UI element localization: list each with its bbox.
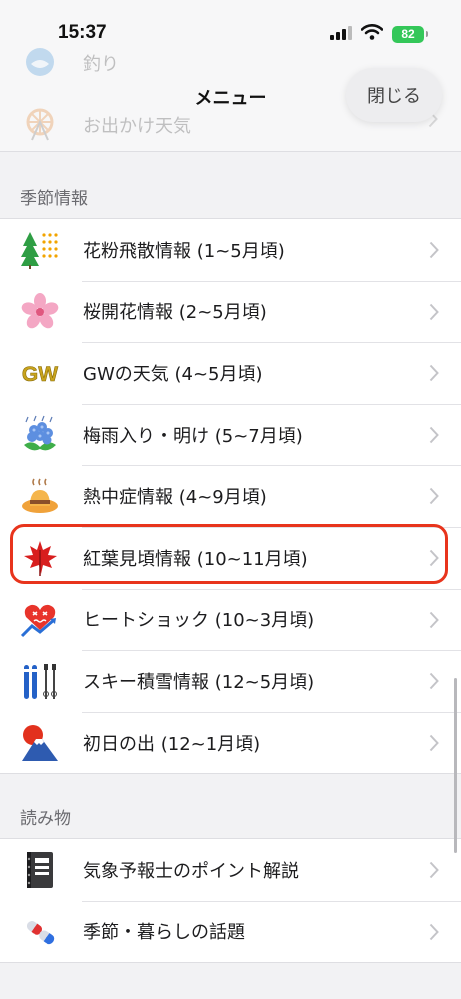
menu-item-label: 初日の出 (12~1月頃) [83, 733, 261, 755]
menu-item-label: スキー積雪情報 (12~5月頃) [83, 671, 315, 693]
chevron-right-icon [429, 241, 439, 263]
top-area: 釣り お出かけ天気 15:37 82 メニュー 閉じる [0, 0, 461, 152]
menu-item-ski[interactable]: スキー積雪情報 (12~5月頃) [0, 650, 461, 712]
status-icons: 82 [330, 24, 428, 44]
gw-icon: GW [20, 353, 60, 393]
ferris-wheel-icon [22, 106, 58, 142]
scrollbar[interactable] [454, 678, 457, 853]
chevron-right-icon [429, 303, 439, 325]
hot-hat-icon [20, 476, 60, 516]
chevron-right-icon [429, 672, 439, 694]
chevron-right-icon [429, 426, 439, 448]
notebook-icon [20, 850, 60, 890]
menu-item-rainy-season[interactable]: 梅雨入り・明け (5~7月頃) [0, 403, 461, 466]
menu-item-label: 気象予報士のポイント解説 [83, 860, 299, 882]
chevron-right-icon [429, 923, 439, 945]
menu-item-label: 熱中症情報 (4~9月頃) [83, 487, 267, 509]
section-header-reading: 読み物 [20, 809, 71, 829]
chevron-right-icon [429, 487, 439, 509]
menu-item-label: 紅葉見頃情報 (10~11月頃) [83, 548, 308, 570]
pollen-tree-icon [20, 230, 60, 270]
signal-icon [330, 25, 352, 44]
wifi-icon [360, 24, 384, 44]
menu-item-sakura[interactable]: 桜開花情報 (2~5月頃) [0, 280, 461, 343]
sunrise-fuji-icon [20, 723, 60, 763]
menu-item-autumn-leaves[interactable]: 紅葉見頃情報 (10~11月頃) [0, 526, 461, 589]
outing-weather-label: お出かけ天気 [83, 116, 191, 137]
menu-item-label: 花粉飛散情報 (1~5月頃) [83, 240, 285, 262]
menu-item-label: 桜開花情報 (2~5月頃) [83, 302, 267, 324]
seasonal-list: 花粉飛散情報 (1~5月頃) 桜開花情報 (2~5月頃) GW GWの天気 (4… [0, 218, 461, 775]
chevron-right-icon [429, 364, 439, 386]
ski-icon [20, 661, 60, 701]
menu-item-forecaster-points[interactable]: 気象予報士のポイント解説 [0, 839, 461, 901]
menu-item-heatstroke[interactable]: 熱中症情報 (4~9月頃) [0, 465, 461, 527]
menu-item-label: 梅雨入り・明け (5~7月頃) [83, 425, 303, 447]
menu-item-pollen[interactable]: 花粉飛散情報 (1~5月頃) [0, 219, 461, 281]
heart-shock-icon [20, 600, 60, 640]
cherry-blossom-icon [20, 292, 60, 332]
pills-icon [20, 912, 60, 952]
close-button[interactable]: 閉じる [346, 68, 442, 122]
menu-item-heat-shock[interactable]: ヒートショック (10~3月頃) [0, 588, 461, 651]
hydrangea-icon [20, 415, 60, 455]
fishing-icon [22, 44, 58, 80]
chevron-right-icon [429, 549, 439, 571]
menu-item-seasonal-topics[interactable]: 季節・暮らしの話題 [0, 900, 461, 963]
fishing-label: 釣り [83, 54, 119, 75]
section-header-seasonal: 季節情報 [20, 189, 88, 209]
battery-indicator: 82 [392, 25, 428, 43]
chevron-right-icon [429, 611, 439, 633]
menu-item-label: GWの天気 (4~5月頃) [83, 363, 263, 385]
menu-item-label: 季節・暮らしの話題 [83, 922, 245, 944]
chevron-right-icon [429, 734, 439, 756]
maple-leaf-icon [20, 538, 60, 578]
status-time: 15:37 [58, 22, 107, 43]
svg-text:GW: GW [22, 363, 58, 386]
menu-item-gw[interactable]: GW GWの天気 (4~5月頃) [0, 342, 461, 404]
chevron-right-icon [429, 861, 439, 883]
menu-item-label: ヒートショック (10~3月頃) [83, 610, 315, 632]
reading-list: 気象予報士のポイント解説 季節・暮らしの話題 [0, 838, 461, 964]
menu-item-first-sunrise[interactable]: 初日の出 (12~1月頃) [0, 711, 461, 774]
